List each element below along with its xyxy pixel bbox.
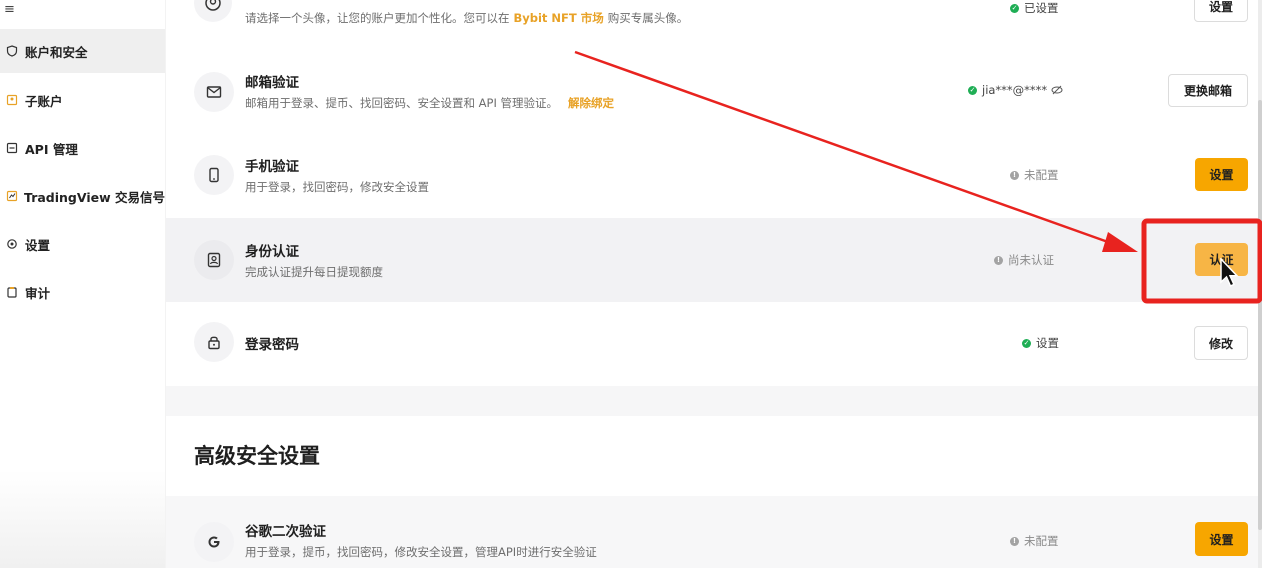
api-icon [5, 141, 19, 155]
sidebar-item-label: API 管理 [25, 141, 78, 157]
sidebar-item-tradingview[interactable]: TradingView 交易信号 [0, 174, 165, 218]
google-2fa-set-button[interactable]: 设置 [1195, 522, 1248, 556]
sidebar-item-audit[interactable]: 审计 [0, 270, 165, 314]
shield-icon [5, 44, 19, 58]
google-icon [194, 522, 234, 562]
avatar-icon [194, 0, 232, 22]
avatar-description: 请选择一个头像，让您的账户更加个性化。您可以在 Bybit NFT 市场 购买专属头… [245, 11, 689, 25]
email-status: ✓ jia***@**** [968, 83, 1063, 97]
mail-icon [194, 72, 234, 112]
mouse-cursor-icon [1220, 258, 1239, 287]
id-card-icon [194, 240, 234, 280]
scrollbar-thumb[interactable] [1258, 100, 1262, 530]
section-separator [166, 386, 1258, 416]
password-status: ✓ 设置 [1022, 336, 1059, 350]
identity-status: ! 尚未认证 [994, 252, 1054, 268]
email-row: 邮箱验证 邮箱用于登录、提币、找回密码、安全设置和 API 管理验证。 解除绑定 … [166, 48, 1258, 132]
phone-title: 手机验证 [245, 159, 299, 175]
sidebar: ≡ 账户和安全 子账户 API 管理 TradingView 交易信号 设置 审… [0, 0, 165, 568]
check-icon: ✓ [1022, 338, 1031, 348]
advanced-security-heading: 高级安全设置 [194, 444, 320, 468]
identity-title: 身份认证 [245, 244, 299, 260]
sidebar-item-label: 账户和安全 [25, 44, 88, 60]
change-email-button[interactable]: 更换邮箱 [1168, 74, 1248, 107]
avatar-set-button[interactable]: 设置 [1194, 0, 1248, 22]
sidebar-item-label: 子账户 [25, 93, 63, 109]
password-title: 登录密码 [245, 337, 299, 353]
info-icon: ! [994, 255, 1003, 265]
phone-status: ! 未配置 [1010, 167, 1059, 183]
identity-description: 完成认证提升每日提现额度 [245, 265, 383, 279]
scrollbar[interactable] [1258, 0, 1262, 568]
gear-icon [5, 237, 19, 251]
phone-description: 用于登录，找回密码，修改安全设置 [245, 180, 429, 194]
email-title: 邮箱验证 [245, 75, 299, 91]
sidebar-item-sub-account[interactable]: 子账户 [0, 78, 165, 122]
change-password-button[interactable]: 修改 [1194, 326, 1248, 360]
sub-account-icon [5, 93, 19, 107]
google-2fa-description: 用于登录，提币，找回密码，修改安全设置，管理API时进行安全验证 [245, 545, 597, 559]
eye-off-icon[interactable] [1051, 85, 1063, 95]
phone-row: 手机验证 用于登录，找回密码，修改安全设置 ! 未配置 设置 [166, 133, 1258, 217]
menu-icon[interactable]: ≡ [4, 3, 15, 17]
google-2fa-row: 谷歌二次验证 用于登录，提币，找回密码，修改安全设置，管理API时进行安全验证 … [166, 496, 1258, 568]
check-icon: ✓ [1010, 3, 1019, 13]
unbind-email-link[interactable]: 解除绑定 [568, 96, 614, 110]
info-icon: ! [1010, 170, 1019, 180]
google-2fa-status: ! 未配置 [1010, 533, 1059, 549]
sidebar-item-api[interactable]: API 管理 [0, 126, 165, 170]
google-2fa-title: 谷歌二次验证 [245, 524, 326, 540]
sidebar-item-label: 设置 [25, 237, 51, 253]
password-row: 登录密码 ✓ 设置 修改 [166, 302, 1258, 386]
sidebar-item-account-security[interactable]: 账户和安全 [0, 29, 165, 73]
clipboard-icon [5, 285, 19, 299]
identity-row: 身份认证 完成认证提升每日提现额度 !尚未认证 认证 [166, 218, 1258, 302]
avatar-status: ✓ 已设置 [1010, 1, 1059, 15]
tradingview-icon [5, 189, 18, 203]
check-icon: ✓ [968, 85, 977, 95]
info-icon: ! [1010, 536, 1019, 546]
nft-market-link[interactable]: Bybit NFT 市场 [514, 11, 604, 25]
phone-icon [194, 155, 234, 195]
sidebar-item-label: 审计 [25, 285, 51, 301]
sidebar-footer [0, 470, 165, 568]
email-description: 邮箱用于登录、提币、找回密码、安全设置和 API 管理验证。 解除绑定 [245, 96, 615, 110]
phone-set-button[interactable]: 设置 [1195, 158, 1248, 191]
sidebar-item-settings[interactable]: 设置 [0, 222, 165, 266]
lock-icon [194, 322, 234, 362]
sidebar-item-label: TradingView 交易信号 [24, 189, 165, 205]
avatar-row: 请选择一个头像，让您的账户更加个性化。您可以在 Bybit NFT 市场 购买专属头… [166, 0, 1258, 32]
